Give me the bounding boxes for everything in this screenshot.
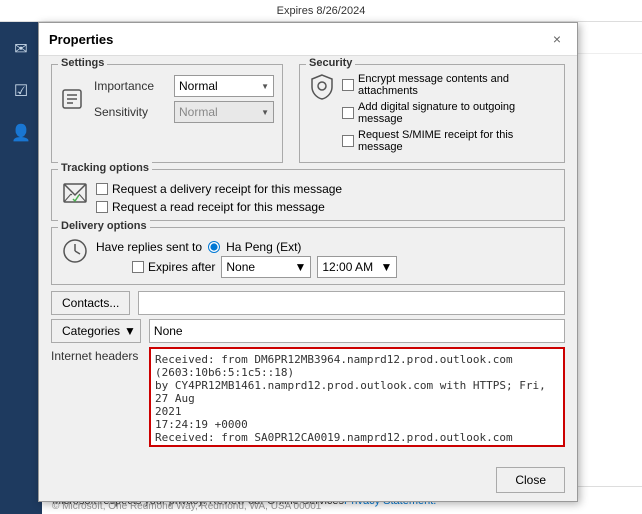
nav-icon-mail[interactable]: ✉ xyxy=(2,30,40,68)
dialog-close-button[interactable]: × xyxy=(547,29,567,49)
tracking-icon xyxy=(60,178,90,208)
settings-legend: Settings xyxy=(58,57,107,69)
replies-label: Have replies sent to xyxy=(96,240,202,254)
internet-headers-textarea[interactable] xyxy=(149,347,565,447)
importance-row: Importance Normal ▼ Sensitivity Normal ▼ xyxy=(60,75,274,123)
security-item-2: Request S/MIME receipt for this message xyxy=(342,129,556,153)
delivery-icon xyxy=(60,236,90,266)
contacts-button[interactable]: Contacts... xyxy=(51,291,130,315)
delivery-receipt-row: Request a delivery receipt for this mess… xyxy=(96,182,342,196)
internet-headers-label: Internet headers xyxy=(51,347,141,447)
security-content: Encrypt message contents and attachments… xyxy=(308,69,556,156)
properties-dialog: Properties × Settings xyxy=(38,22,578,502)
security-items: Encrypt message contents and attachments… xyxy=(342,69,556,156)
importance-select[interactable]: Normal ▼ xyxy=(174,75,274,97)
contacts-input[interactable] xyxy=(138,291,565,315)
expires-date-dropdown[interactable]: None ▼ xyxy=(221,256,311,278)
signature-label: Add digital signature to outgoing messag… xyxy=(358,101,556,125)
nav-sidebar: ✉ ☑ 👤 xyxy=(0,22,42,514)
nav-icon-contacts[interactable]: 👤 xyxy=(2,114,40,152)
expires-text: Expires 8/26/2024 xyxy=(277,5,366,17)
settings-section: Settings Importance xyxy=(51,64,283,163)
read-receipt-label: Request a read receipt for this message xyxy=(112,200,325,214)
delivery-fields: Have replies sent to Ha Peng (Ext) Expir… xyxy=(96,236,556,278)
expires-row: Expires after None ▼ 12:00 AM ▼ xyxy=(96,256,556,278)
expires-time-dropdown[interactable]: 12:00 AM ▼ xyxy=(317,256,397,278)
security-legend: Security xyxy=(306,57,355,69)
delivery-section: Delivery options Have replies sent to Ha… xyxy=(51,227,565,285)
close-button[interactable]: Close xyxy=(496,467,565,493)
expires-date-arrow: ▼ xyxy=(294,260,306,274)
replies-value: Ha Peng (Ext) xyxy=(226,240,301,254)
tracking-items: Request a delivery receipt for this mess… xyxy=(96,178,342,214)
internet-headers-row: Internet headers xyxy=(51,347,565,447)
delivery-receipt-label: Request a delivery receipt for this mess… xyxy=(112,182,342,196)
tracking-section: Tracking options Request a del xyxy=(51,169,565,221)
replies-row: Have replies sent to Ha Peng (Ext) xyxy=(96,240,556,254)
read-receipt-row: Request a read receipt for this message xyxy=(96,200,342,214)
security-icon xyxy=(308,73,336,101)
encrypt-checkbox[interactable] xyxy=(342,79,354,91)
categories-row: Categories ▼ xyxy=(51,319,565,343)
replies-radio[interactable] xyxy=(208,241,220,253)
delivery-legend: Delivery options xyxy=(58,220,150,232)
categories-button[interactable]: Categories ▼ xyxy=(51,319,141,343)
smime-label: Request S/MIME receipt for this message xyxy=(358,129,556,153)
contacts-categories-row: Contacts... xyxy=(51,291,565,315)
security-section: Security Encrypt message contents and at… xyxy=(299,64,565,163)
signature-checkbox[interactable] xyxy=(342,107,354,119)
expires-checkbox[interactable] xyxy=(132,261,144,273)
settings-security-group: Settings Importance xyxy=(51,64,565,163)
encrypt-label: Encrypt message contents and attachments xyxy=(358,73,556,97)
read-receipt-checkbox[interactable] xyxy=(96,201,108,213)
importance-arrow: ▼ xyxy=(261,82,269,91)
dialog-footer: Close xyxy=(39,463,577,501)
expires-bar: Expires 8/26/2024 xyxy=(0,0,642,22)
dialog-title: Properties xyxy=(49,32,113,47)
categories-input[interactable] xyxy=(149,319,565,343)
expires-label: Expires after xyxy=(148,260,215,274)
nav-icon-tasks[interactable]: ☑ xyxy=(2,72,40,110)
importance-label: Importance xyxy=(94,79,174,93)
sensitivity-arrow: ▼ xyxy=(261,108,269,117)
dialog-body: Settings Importance xyxy=(39,56,577,463)
categories-arrow: ▼ xyxy=(124,324,136,338)
sensitivity-select[interactable]: Normal ▼ xyxy=(174,101,274,123)
sensitivity-label: Sensitivity xyxy=(94,105,174,119)
delivery-receipt-checkbox[interactable] xyxy=(96,183,108,195)
importance-fields: Importance Normal ▼ Sensitivity Normal ▼ xyxy=(94,75,274,123)
settings-icon xyxy=(60,85,88,113)
expires-checkbox-row: Expires after xyxy=(132,260,215,274)
security-item-0: Encrypt message contents and attachments xyxy=(342,73,556,97)
expires-time-arrow: ▼ xyxy=(380,260,392,274)
dialog-titlebar: Properties × xyxy=(39,23,577,56)
security-item-1: Add digital signature to outgoing messag… xyxy=(342,101,556,125)
tracking-legend: Tracking options xyxy=(58,162,152,174)
smime-checkbox[interactable] xyxy=(342,135,354,147)
